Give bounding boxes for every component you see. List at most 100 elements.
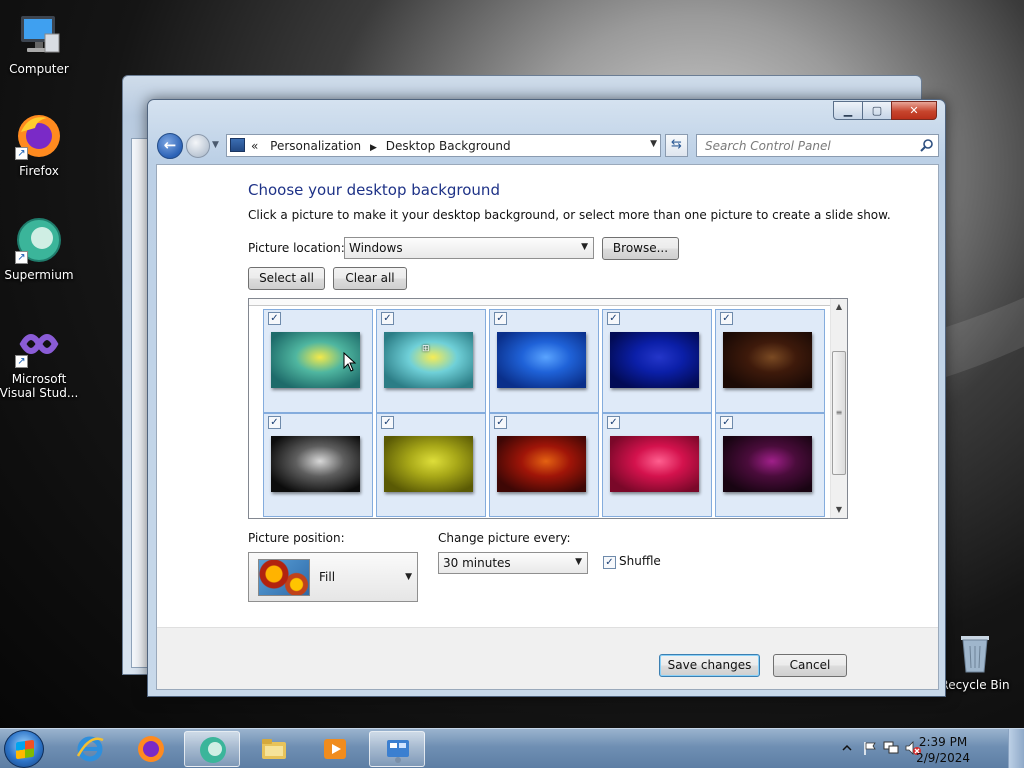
browse-button[interactable]: Browse... [602, 237, 679, 260]
picture-position-select[interactable]: Fill ▼ [248, 552, 418, 602]
desktop-icon-label: Supermium [4, 268, 74, 282]
shortcut-arrow-icon: ↗ [15, 147, 28, 160]
wallpaper-checkbox[interactable]: ✓ [268, 312, 281, 325]
wallpaper-tile-brown[interactable]: ✓ [715, 309, 825, 413]
change-picture-interval-select[interactable]: 30 minutes ▼ [438, 552, 588, 574]
desktop-icon-firefox[interactable]: ↗ Firefox [0, 112, 79, 178]
wallpaper-tile-silver[interactable]: ✓ [263, 413, 373, 517]
chevron-down-icon: ▼ [575, 557, 582, 567]
wallpaper-checkbox[interactable]: ✓ [720, 312, 733, 325]
wallpaper-tile-blue[interactable]: ✓ [489, 309, 599, 413]
picture-location-select[interactable]: Windows ▼ [344, 237, 594, 259]
wallpaper-tile-dark-blue[interactable]: ✓ [602, 309, 712, 413]
scroll-thumb[interactable]: ≡ [832, 351, 846, 475]
chevron-down-icon: ▼ [405, 572, 412, 582]
shuffle-checkbox[interactable]: ✓ [603, 556, 616, 569]
forward-button[interactable] [186, 134, 210, 158]
minimize-icon: ▁ [843, 104, 853, 117]
recent-pages-dropdown-icon[interactable]: ▼ [212, 140, 219, 150]
cancel-button[interactable]: Cancel [773, 654, 847, 677]
internet-explorer-icon [76, 736, 104, 762]
taskbar-control-panel[interactable] [369, 731, 425, 767]
start-button[interactable] [4, 730, 44, 768]
search-icon[interactable] [919, 138, 934, 153]
shuffle-label[interactable]: Shuffle [619, 554, 661, 568]
desktop-icon-visual-studio[interactable]: ↗ Microsoft Visual Stud... [0, 320, 79, 400]
desktop-icon-computer[interactable]: Computer [0, 10, 79, 76]
close-icon: ✕ [909, 104, 919, 117]
taskbar: 2:39 PM 2/9/2024 [0, 728, 1024, 768]
address-dropdown-icon[interactable]: ▼ [650, 139, 657, 149]
chevron-down-icon: ▼ [581, 242, 588, 252]
gallery-scrollbar[interactable]: ▲ ≡ ▼ [830, 299, 847, 518]
show-hidden-icons-icon[interactable] [842, 743, 852, 753]
desktop-icon-label: Firefox [19, 164, 59, 178]
wallpaper-thumbnail [497, 436, 586, 492]
taskbar-supermium[interactable] [184, 731, 240, 767]
control-panel-icon [387, 740, 409, 763]
wallpaper-tile-olive[interactable]: ✓ [376, 413, 486, 517]
clear-all-button[interactable]: Clear all [333, 267, 407, 290]
minimize-button[interactable]: ▁ [833, 101, 863, 120]
wallpaper-checkbox[interactable]: ✓ [381, 312, 394, 325]
wallpaper-checkbox[interactable]: ✓ [381, 416, 394, 429]
wallpaper-checkbox[interactable]: ✓ [720, 416, 733, 429]
wallpaper-thumbnail [723, 332, 812, 388]
wallpaper-gallery[interactable]: ▲ ≡ ▼ ✓ ✓ ⊞ ✓ ✓ ✓ ✓ ✓ ✓ ✓ ✓ [248, 298, 848, 519]
search-box[interactable]: Search Control Panel [696, 134, 939, 157]
action-center-flag-icon[interactable] [862, 740, 878, 756]
windows-vista-logo-icon: ⊞ [422, 344, 430, 354]
taskbar-media-player[interactable] [307, 731, 363, 767]
wallpaper-tile-purple[interactable]: ✓ [715, 413, 825, 517]
navigation-bar: ← ▼ « Personalization ▶ Desktop Backgrou… [156, 131, 939, 161]
wallpaper-checkbox[interactable]: ✓ [607, 416, 620, 429]
maximize-button[interactable]: ▢ [862, 101, 892, 120]
desktop-icon-recycle-bin[interactable]: Recycle Bin [935, 630, 1015, 692]
taskbar-firefox[interactable] [123, 731, 179, 767]
show-desktop-button[interactable] [1008, 729, 1024, 768]
clock-date: 2/9/2024 [916, 751, 970, 765]
desktop-icon-label: Microsoft Visual Stud... [0, 372, 79, 400]
taskbar-windows-explorer[interactable] [246, 731, 302, 767]
wallpaper-checkbox[interactable]: ✓ [268, 416, 281, 429]
wallpaper-tile-red-orange[interactable]: ✓ [489, 413, 599, 517]
wallpaper-checkbox[interactable]: ✓ [494, 416, 507, 429]
supermium-icon: ↗ [15, 216, 63, 264]
scroll-down-icon[interactable]: ▼ [831, 502, 847, 518]
change-picture-value: 30 minutes [443, 556, 511, 570]
breadcrumb-personalization[interactable]: Personalization [270, 139, 361, 153]
gallery-previous-row [249, 299, 830, 306]
page-title: Choose your desktop background [248, 181, 500, 199]
clock-time: 2:39 PM [918, 735, 968, 749]
mouse-cursor-icon [343, 352, 357, 372]
flower-preview-image [258, 559, 310, 596]
breadcrumb-separator-icon[interactable]: ▶ [370, 143, 377, 153]
save-changes-button[interactable]: Save changes [659, 654, 760, 677]
address-bar[interactable]: « Personalization ▶ Desktop Background ▼ [226, 134, 661, 157]
desktop-background-window[interactable]: ▁ ▢ ✕ ← ▼ « Personalization ▶ Desktop Ba… [147, 99, 946, 697]
refresh-button[interactable]: ⇆ [665, 134, 688, 157]
wallpaper-thumbnail [384, 436, 473, 492]
close-button[interactable]: ✕ [891, 101, 937, 120]
wallpaper-thumbnail [723, 436, 812, 492]
wallpaper-tile-vista-logo[interactable]: ✓ ⊞ [376, 309, 486, 413]
shortcut-arrow-icon: ↗ [15, 355, 28, 368]
taskbar-internet-explorer[interactable] [62, 731, 118, 767]
wallpaper-tile-pink[interactable]: ✓ [602, 413, 712, 517]
shortcut-arrow-icon: ↗ [15, 251, 28, 264]
network-icon[interactable] [882, 740, 900, 756]
back-button[interactable]: ← [157, 133, 183, 159]
wallpaper-checkbox[interactable]: ✓ [607, 312, 620, 325]
desktop-icon-supermium[interactable]: ↗ Supermium [0, 216, 79, 282]
recycle-bin-icon [955, 630, 995, 674]
breadcrumb-desktop-background[interactable]: Desktop Background [386, 139, 511, 153]
media-player-icon [324, 739, 346, 759]
scroll-up-icon[interactable]: ▲ [831, 299, 847, 315]
refresh-icon: ⇆ [671, 137, 682, 152]
desktop-icon-label: Recycle Bin [940, 678, 1010, 692]
wallpaper-checkbox[interactable]: ✓ [494, 312, 507, 325]
breadcrumb-chevrons[interactable]: « [251, 139, 258, 153]
clock[interactable]: 2:39 PM 2/9/2024 [916, 734, 970, 766]
select-all-button[interactable]: Select all [248, 267, 325, 290]
picture-location-value: Windows [349, 241, 403, 255]
